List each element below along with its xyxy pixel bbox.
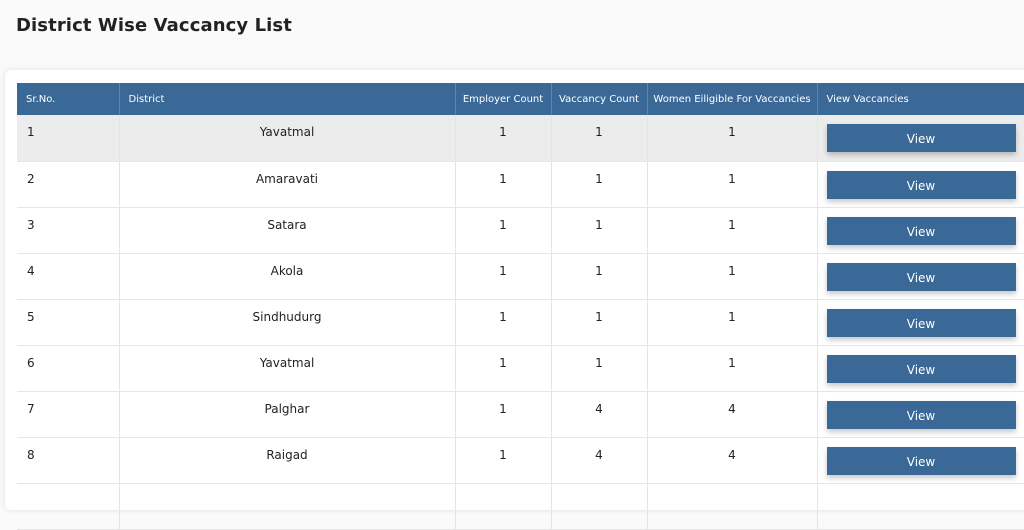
page-title: District Wise Vaccancy List — [16, 15, 292, 36]
cell-srno: 6 — [17, 345, 120, 392]
cell-srno: 8 — [17, 437, 120, 484]
cell-women-eligible: 4 — [647, 391, 818, 438]
cell-view: View — [817, 207, 1024, 254]
cell-srno: 2 — [17, 161, 120, 208]
cell-vaccancy-count: 1 — [551, 115, 648, 162]
cell-employer-count: 1 — [455, 115, 552, 162]
cell-view: View — [817, 437, 1024, 484]
table-body: 1 Yavatmal 1 1 1 View 2 Amaravati 1 1 1 View 3 Satara… — [17, 115, 1024, 530]
table-row: 5 Sindhudurg 1 1 1 View — [17, 299, 1024, 346]
header-women-eligible[interactable]: Women Eiligible For Vaccancies — [647, 83, 818, 115]
header-view-vaccancies: View Vaccancies — [817, 83, 1024, 115]
header-district[interactable]: District — [119, 83, 456, 115]
view-button[interactable]: View — [826, 124, 1016, 152]
cell-district: Yavatmal — [119, 345, 456, 392]
view-button[interactable]: View — [826, 170, 1016, 199]
cell-srno: 7 — [17, 391, 120, 438]
cell-view: View — [817, 299, 1024, 346]
header-employer-count[interactable]: Employer Count — [455, 83, 552, 115]
cell-women-eligible: 1 — [647, 161, 818, 208]
cell-employer-count: 1 — [455, 299, 552, 346]
cell-employer-count: 1 — [455, 391, 552, 438]
cell-employer-count — [455, 483, 552, 530]
cell-district: Akola — [119, 253, 456, 300]
cell-women-eligible: 1 — [647, 253, 818, 300]
cell-srno: 5 — [17, 299, 120, 346]
cell-srno — [17, 483, 120, 530]
table-header: Sr.No. District Employer Count Vaccancy … — [17, 83, 1024, 115]
cell-vaccancy-count: 1 — [551, 253, 648, 300]
cell-srno: 1 — [17, 115, 120, 162]
table-row: 3 Satara 1 1 1 View — [17, 207, 1024, 254]
table-row: 8 Raigad 1 4 4 View — [17, 437, 1024, 484]
table-row: 1 Yavatmal 1 1 1 View — [17, 115, 1024, 162]
cell-employer-count: 1 — [455, 437, 552, 484]
cell-srno: 3 — [17, 207, 120, 254]
cell-view: View — [817, 115, 1024, 162]
cell-women-eligible: 1 — [647, 207, 818, 254]
table-row: 6 Yavatmal 1 1 1 View — [17, 345, 1024, 392]
view-button[interactable]: View — [826, 354, 1016, 383]
cell-women-eligible: 1 — [647, 115, 818, 162]
view-button[interactable]: View — [826, 446, 1016, 475]
cell-employer-count: 1 — [455, 345, 552, 392]
cell-district: Yavatmal — [119, 115, 456, 162]
cell-srno: 4 — [17, 253, 120, 300]
cell-vaccancy-count — [551, 483, 648, 530]
cell-vaccancy-count: 4 — [551, 391, 648, 438]
header-vaccancy-count[interactable]: Vaccancy Count — [551, 83, 648, 115]
cell-vaccancy-count: 1 — [551, 207, 648, 254]
table-row: 4 Akola 1 1 1 View — [17, 253, 1024, 300]
cell-district: Satara — [119, 207, 456, 254]
cell-district: Raigad — [119, 437, 456, 484]
cell-women-eligible: 1 — [647, 299, 818, 346]
cell-employer-count: 1 — [455, 161, 552, 208]
cell-employer-count: 1 — [455, 253, 552, 300]
table-row: 7 Palghar 1 4 4 View — [17, 391, 1024, 438]
cell-women-eligible — [647, 483, 818, 530]
header-srno[interactable]: Sr.No. — [17, 83, 120, 115]
cell-women-eligible: 1 — [647, 345, 818, 392]
cell-vaccancy-count: 1 — [551, 161, 648, 208]
cell-vaccancy-count: 4 — [551, 437, 648, 484]
view-button[interactable]: View — [826, 262, 1016, 291]
view-button[interactable]: View — [826, 216, 1016, 245]
cell-vaccancy-count: 1 — [551, 299, 648, 346]
view-button[interactable]: View — [826, 400, 1016, 429]
cell-district: Sindhudurg — [119, 299, 456, 346]
cell-women-eligible: 4 — [647, 437, 818, 484]
view-button[interactable]: View — [826, 308, 1016, 337]
cell-employer-count: 1 — [455, 207, 552, 254]
cell-district — [119, 483, 456, 530]
table-row — [17, 483, 1024, 530]
cell-district: Amaravati — [119, 161, 456, 208]
vacancy-table: Sr.No. District Employer Count Vaccancy … — [17, 83, 1024, 530]
cell-view: View — [817, 391, 1024, 438]
cell-view: View — [817, 161, 1024, 208]
cell-view — [817, 483, 1024, 530]
cell-view: View — [817, 345, 1024, 392]
cell-vaccancy-count: 1 — [551, 345, 648, 392]
cell-view: View — [817, 253, 1024, 300]
table-row: 2 Amaravati 1 1 1 View — [17, 161, 1024, 208]
cell-district: Palghar — [119, 391, 456, 438]
